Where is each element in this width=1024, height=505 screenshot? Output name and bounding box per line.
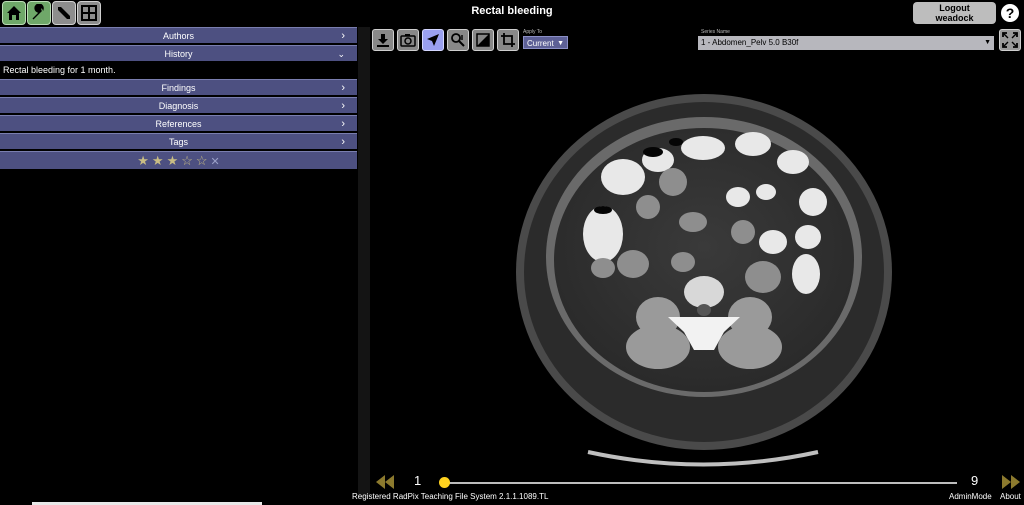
snapshot-button[interactable] bbox=[397, 29, 419, 51]
next-slice-icon[interactable] bbox=[1002, 475, 1020, 489]
case-info-panel: Authors › History ⌄ Rectal bleeding for … bbox=[0, 27, 357, 169]
logout-label: Logout bbox=[939, 3, 970, 13]
accordion-authors[interactable]: Authors › bbox=[0, 27, 357, 43]
accordion-label: Diagnosis bbox=[158, 101, 199, 111]
top-bar: Rectal bleeding Logout weadock ? bbox=[0, 0, 1024, 26]
crop-icon bbox=[501, 33, 515, 47]
admin-mode-link[interactable]: AdminMode bbox=[949, 492, 992, 501]
slice-slider-track[interactable] bbox=[445, 482, 957, 484]
fullscreen-button[interactable] bbox=[999, 29, 1021, 51]
panel-divider[interactable] bbox=[358, 27, 370, 497]
accordion-label: References bbox=[155, 119, 202, 129]
star-filled-icon[interactable]: ★ bbox=[152, 153, 167, 168]
about-link[interactable]: About bbox=[1000, 492, 1021, 501]
accordion-label: Findings bbox=[161, 83, 196, 93]
chevron-down-icon: ⌄ bbox=[337, 49, 345, 59]
star-empty-icon[interactable]: ☆ bbox=[196, 153, 211, 168]
help-button[interactable]: ? bbox=[999, 2, 1021, 24]
series-select[interactable]: 1 - Abdomen_Pelv 5.0 B30f ▼ bbox=[698, 36, 994, 50]
page-title: Rectal bleeding bbox=[471, 5, 553, 17]
window-level-icon bbox=[476, 33, 490, 47]
accordion-references[interactable]: References › bbox=[0, 115, 357, 131]
clear-rating-icon[interactable]: ✕ bbox=[211, 156, 220, 168]
star-filled-icon[interactable]: ★ bbox=[137, 153, 152, 168]
apply-to-label: Apply To bbox=[523, 29, 543, 35]
pointer-icon bbox=[427, 34, 439, 46]
download-button[interactable] bbox=[372, 29, 394, 51]
star-rating: ★★★☆☆✕ bbox=[0, 151, 357, 169]
camera-icon bbox=[400, 34, 416, 47]
chevron-right-icon: › bbox=[341, 118, 345, 130]
system-version-text: Registered RadPix Teaching File System 2… bbox=[352, 492, 549, 501]
slice-slider-thumb[interactable] bbox=[439, 477, 450, 488]
logout-button[interactable]: Logout weadock bbox=[913, 2, 996, 24]
logout-username: weadock bbox=[935, 13, 974, 23]
pointer-tool-button[interactable] bbox=[422, 29, 444, 51]
accordion-diagnosis[interactable]: Diagnosis › bbox=[0, 97, 357, 113]
slice-min-label: 1 bbox=[414, 473, 422, 488]
download-icon bbox=[377, 34, 389, 47]
accordion-history[interactable]: History ⌄ bbox=[0, 45, 357, 61]
chevron-right-icon: › bbox=[341, 30, 345, 42]
chevron-right-icon: › bbox=[341, 136, 345, 148]
help-icon: ? bbox=[1005, 5, 1015, 21]
slice-max-label: 9 bbox=[971, 473, 979, 488]
chevron-right-icon: › bbox=[341, 82, 345, 94]
history-content: Rectal bleeding for 1 month. bbox=[3, 65, 116, 75]
caret-down-icon: ▼ bbox=[984, 39, 991, 46]
fullscreen-icon bbox=[1002, 32, 1018, 48]
zoom-icon bbox=[451, 33, 465, 47]
crop-tool-button[interactable] bbox=[497, 29, 519, 51]
accordion-label: Authors bbox=[162, 31, 195, 41]
previous-slice-icon[interactable] bbox=[376, 475, 394, 489]
ct-axial-image[interactable] bbox=[508, 82, 900, 474]
accordion-tags[interactable]: Tags › bbox=[0, 133, 357, 149]
zoom-tool-button[interactable] bbox=[447, 29, 469, 51]
series-name-label: Series Name bbox=[701, 29, 730, 35]
apply-to-select[interactable]: Current ▼ bbox=[523, 36, 568, 49]
star-empty-icon[interactable]: ☆ bbox=[181, 153, 196, 168]
window-level-button[interactable] bbox=[472, 29, 494, 51]
accordion-label: History bbox=[164, 49, 193, 59]
series-value: 1 - Abdomen_Pelv 5.0 B30f bbox=[701, 38, 799, 47]
accordion-label: Tags bbox=[168, 137, 188, 147]
caret-down-icon: ▼ bbox=[557, 40, 564, 47]
chevron-right-icon: › bbox=[341, 100, 345, 112]
star-filled-icon[interactable]: ★ bbox=[167, 153, 182, 168]
apply-to-value: Current bbox=[527, 39, 554, 48]
accordion-findings[interactable]: Findings › bbox=[0, 79, 357, 95]
